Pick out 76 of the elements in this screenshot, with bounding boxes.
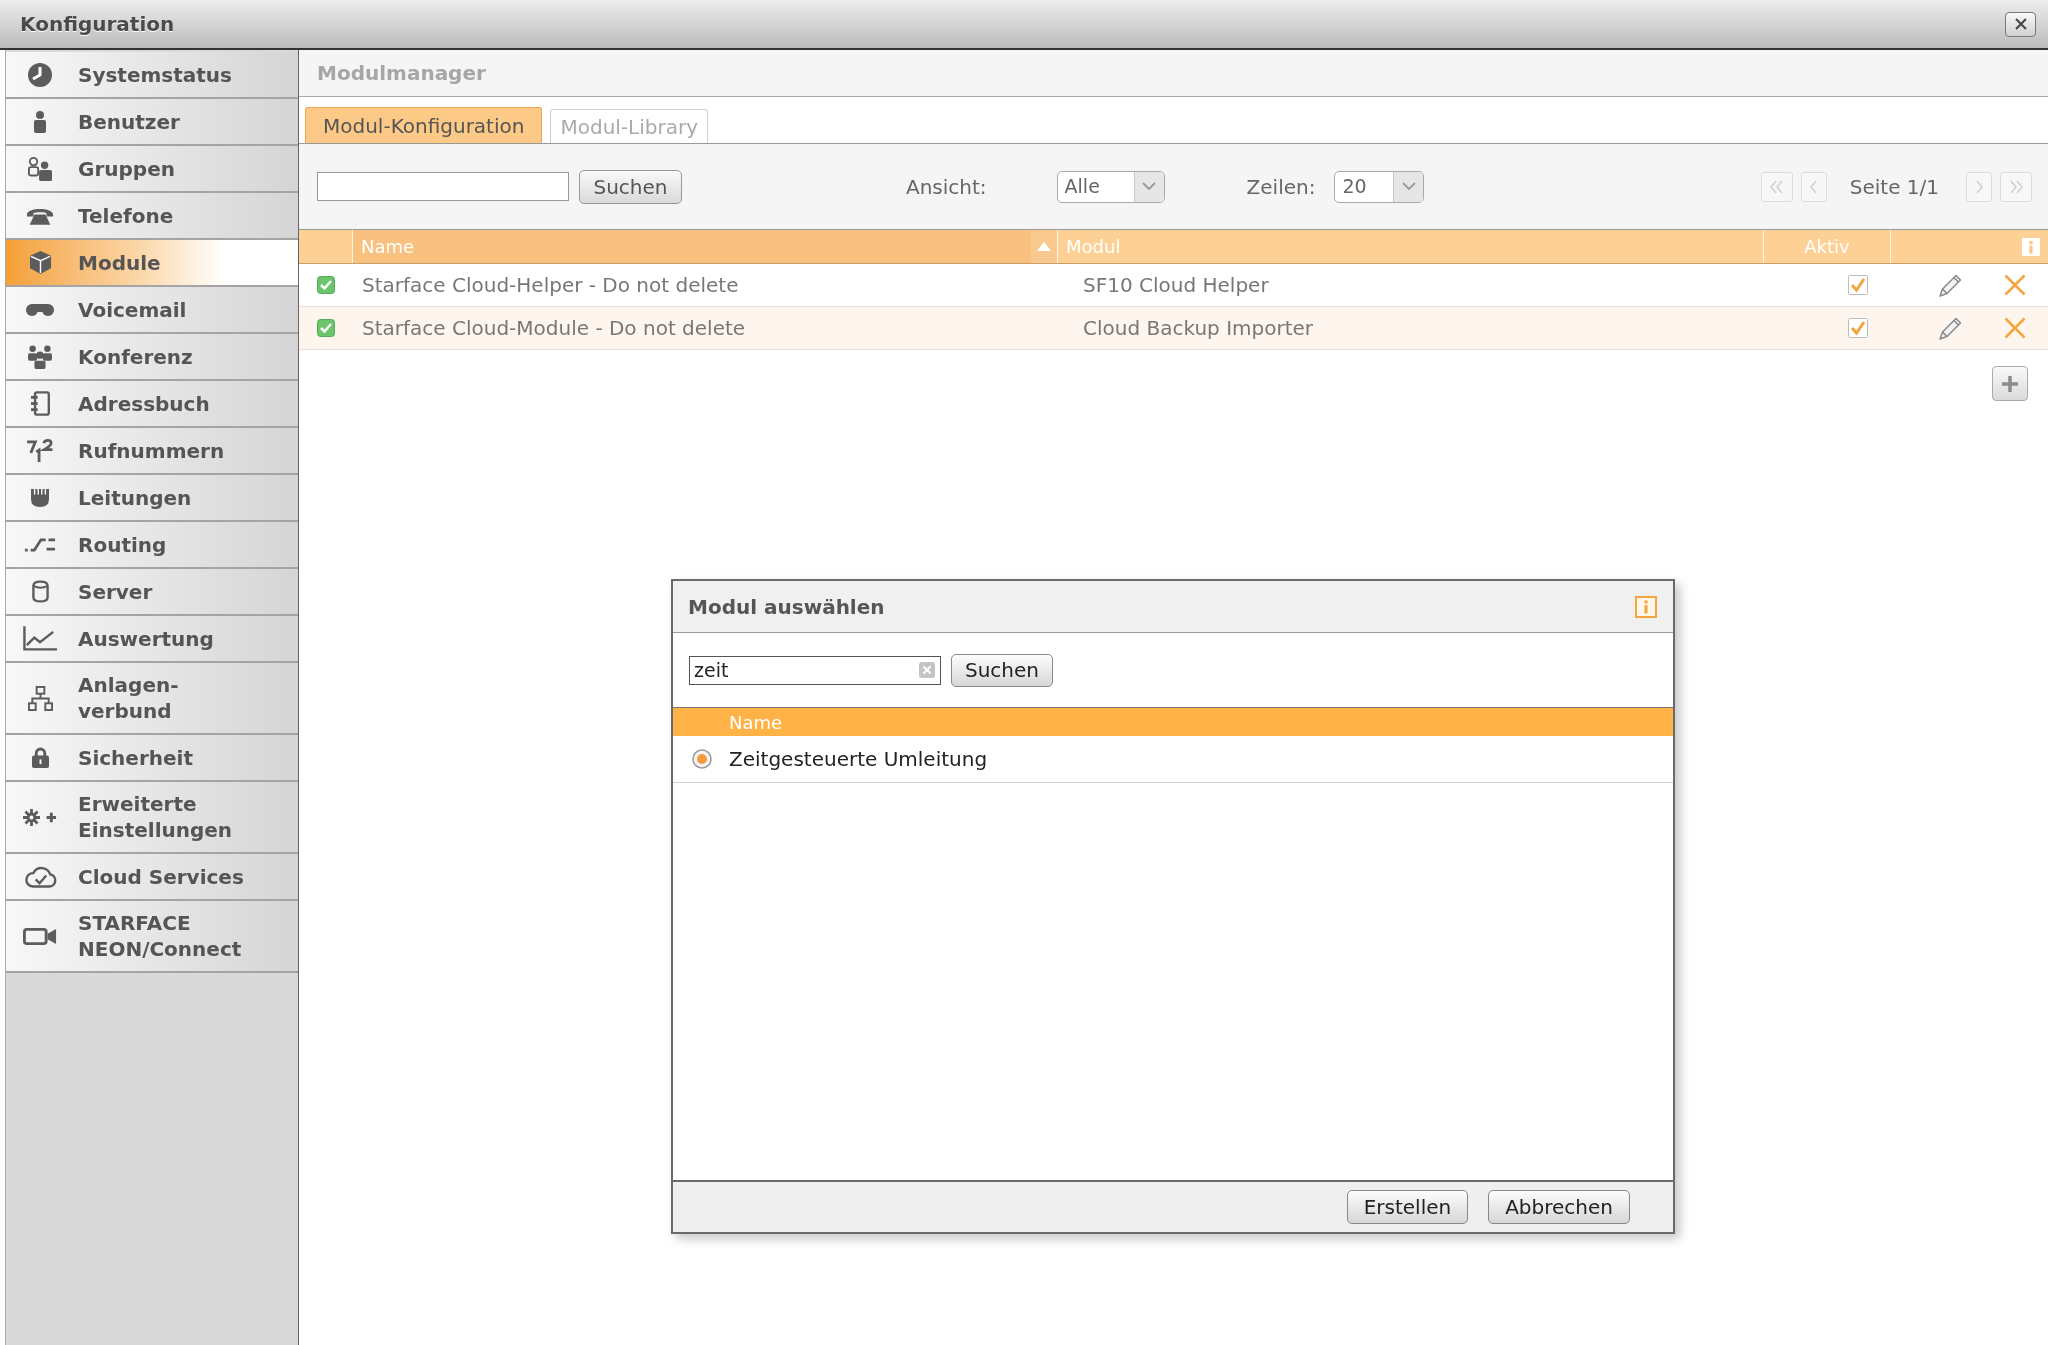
tab[interactable]: Modul-Konfiguration [305,107,543,143]
telephone-icon [26,206,54,225]
sidebar-item[interactable]: Auswertung [6,616,298,663]
clear-icon[interactable] [919,662,935,678]
sidebar-item[interactable]: Leitungen [6,475,298,522]
sidebar-item[interactable]: Sicherheit [6,735,298,782]
checkbox[interactable] [317,276,335,294]
table-cell: Starface Cloud-Module - Do not delete [362,316,746,340]
route-icon [24,536,56,553]
rows-select[interactable]: 20 [1334,170,1425,203]
person-icon [34,110,46,133]
dialog-button[interactable]: Erstellen [1346,1190,1469,1224]
page-indicator: Seite 1/1 [1849,173,1939,201]
option-label[interactable]: Zeitgesteuerte Umleitung [729,744,988,774]
sidebar-item[interactable]: Module [6,240,298,287]
sidebar-item[interactable]: Benutzer [6,99,298,146]
panel-title: Modulmanager [317,60,486,87]
close-button[interactable] [2005,11,2036,37]
sort-icon [1037,242,1051,251]
sidebar-item[interactable]: Erweiterte Einstellungen [6,782,298,854]
info-icon [2022,237,2040,256]
search-button[interactable]: Suchen [579,169,682,204]
gear-plus-icon [23,807,57,827]
sidebar-item[interactable]: Cloud Services [6,854,298,901]
people-icon [27,344,53,369]
delete-icon[interactable] [2004,274,2026,296]
rows-label: Zeilen: [1246,173,1316,201]
checkbox[interactable] [1848,318,1868,338]
chevron-down-icon [1142,182,1157,191]
pencil-icon[interactable] [1939,316,1963,340]
dialog-button[interactable]: Abbrechen [1488,1190,1630,1224]
digits-icon [26,438,54,463]
plus-icon [2002,375,2018,392]
lock-icon [31,747,49,768]
network-icon [27,685,53,711]
sidebar-item[interactable]: STARFACE NEON/Connect [6,901,298,973]
dialog-title: Modul auswählen [688,593,885,621]
line-chart-icon [23,626,57,651]
pencil-icon[interactable] [1939,273,1963,297]
close-icon [2014,18,2027,30]
delete-icon[interactable] [2004,317,2026,339]
view-label: Ansicht: [906,173,987,201]
cylinder-icon [31,580,49,603]
sidebar-item[interactable]: Voicemail [6,287,298,334]
people-icon [28,156,52,181]
chevron-down-icon [1401,182,1416,191]
search-button[interactable]: Suchen [951,653,1053,687]
checkbox[interactable] [317,319,335,337]
sidebar-item[interactable]: Telefone [6,193,298,240]
sidebar-item[interactable]: Anlagen- verbund [6,663,298,735]
table-cell: Starface Cloud-Helper - Do not delete [362,273,739,297]
table-cell: Cloud Backup Importer [1083,316,1314,340]
sidebar-item[interactable]: Adressbuch [6,381,298,428]
clock-icon [28,62,52,87]
info-icon [1635,595,1657,618]
window-title: Konfiguration [20,11,175,38]
voicemail-icon [26,303,54,316]
table-cell: SF10 Cloud Helper [1083,273,1269,297]
sidebar-item[interactable]: Rufnummern [6,428,298,475]
radio-button[interactable] [692,749,712,769]
plug-icon [31,488,49,507]
search-field[interactable]: zeit [689,655,941,685]
cloud-check-icon [23,865,57,888]
view-select[interactable]: Alle [1056,170,1165,203]
column-header: Name [673,708,1673,736]
checkbox[interactable] [1848,275,1868,295]
add-button[interactable] [1992,366,2028,401]
sidebar-item[interactable]: Routing [6,522,298,569]
sidebar-item[interactable]: Konferenz [6,334,298,381]
cube-icon [29,251,51,274]
address-book-icon [30,391,50,416]
video-camera-icon [23,925,57,947]
sidebar-item[interactable]: Gruppen [6,146,298,193]
search-field[interactable] [317,172,569,201]
sidebar-item[interactable]: Server [6,569,298,616]
sidebar-item[interactable]: Systemstatus [6,52,298,99]
